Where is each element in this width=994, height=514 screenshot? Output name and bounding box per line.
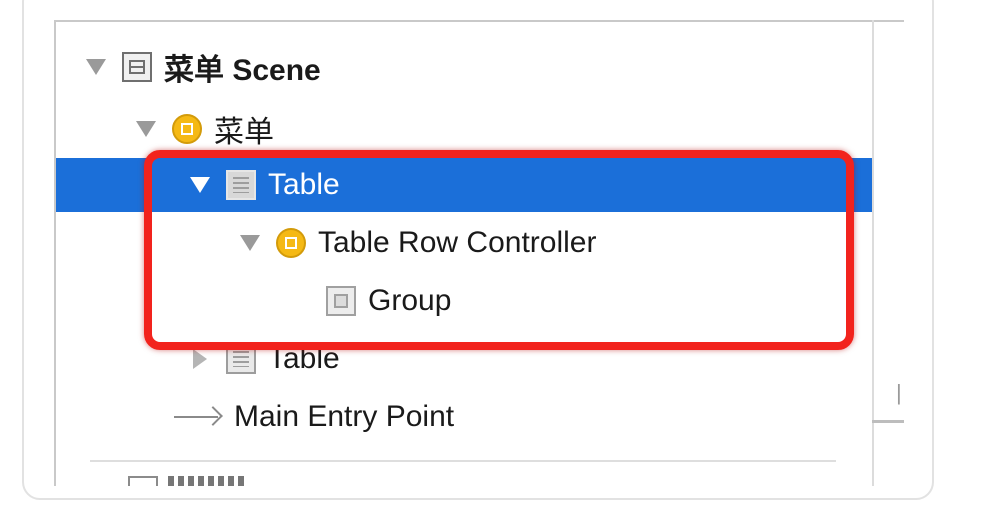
- outline-border-top: [54, 20, 904, 22]
- scene-icon: [122, 52, 152, 82]
- outline-border-left: [54, 20, 56, 486]
- outline-item-interface-controller[interactable]: 菜单: [54, 102, 874, 156]
- cropped-canvas-glyph: |: [896, 380, 902, 405]
- outline-item-label: 菜单 Scene: [164, 54, 321, 87]
- outline-item-label: 菜单: [214, 116, 274, 149]
- annotation-highlight-box: [144, 150, 854, 350]
- interface-controller-icon: [172, 114, 202, 144]
- canvas-edge-line: [872, 420, 904, 423]
- disclosure-triangle-open-icon[interactable]: [134, 117, 158, 141]
- pane-divider[interactable]: [872, 20, 874, 486]
- outline-item-next-scene-partial[interactable]: [128, 476, 248, 486]
- outline-item-label-cropped: [168, 476, 248, 486]
- arrow-right-icon: [174, 402, 222, 432]
- scene-icon: [128, 476, 158, 486]
- outline-item-scene[interactable]: 菜单 Scene: [54, 40, 874, 94]
- disclosure-triangle-open-icon[interactable]: [84, 55, 108, 79]
- section-divider: [90, 460, 836, 462]
- outline-item-main-entry-point[interactable]: Main Entry Point: [54, 390, 874, 444]
- disclosure-triangle-closed-icon[interactable]: [188, 347, 212, 371]
- outline-item-label: Main Entry Point: [234, 400, 455, 433]
